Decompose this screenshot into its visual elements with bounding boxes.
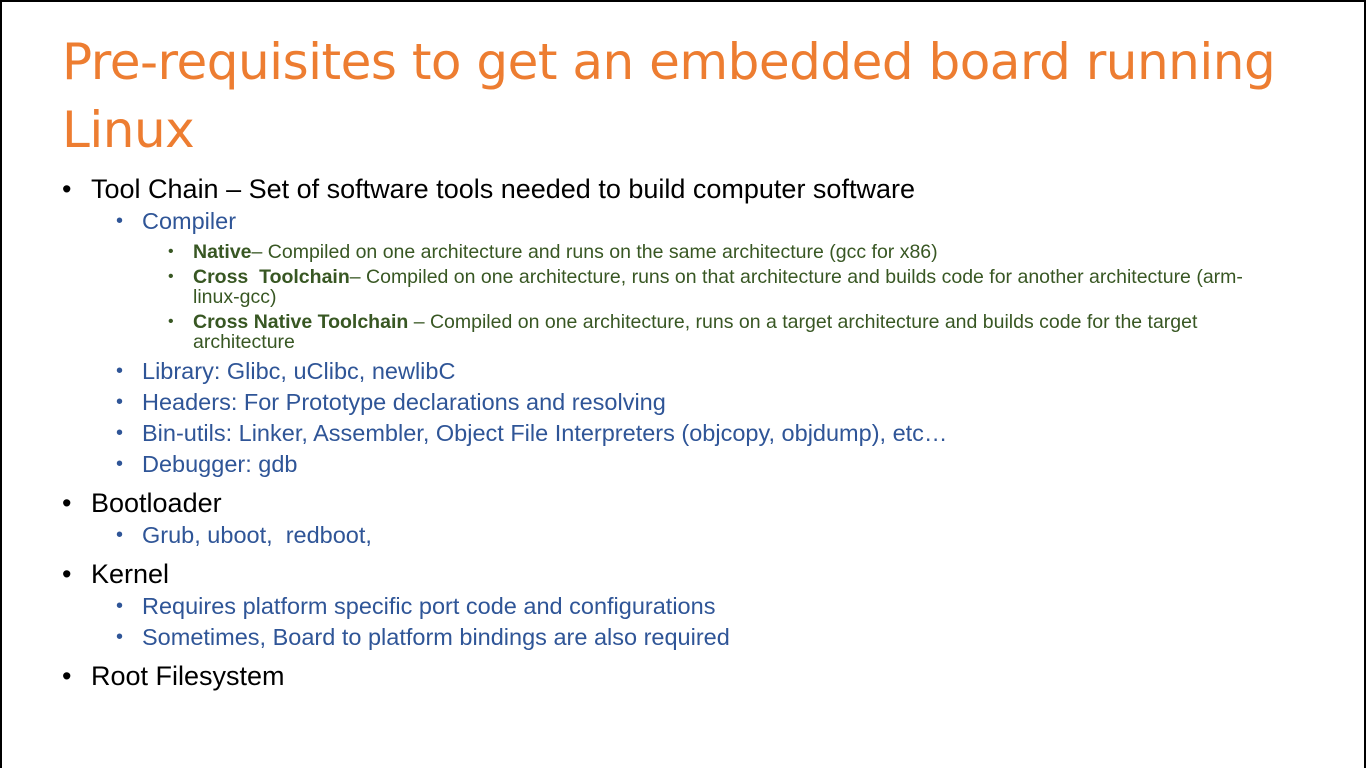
term-description: – Compiled on one architecture, runs on … (193, 266, 1243, 308)
bullet-dot: • (116, 626, 124, 648)
subbullet-text: Grub, uboot, redboot, (142, 522, 372, 548)
subsubbullet-native: • Native– Compiled on one architecture a… (62, 242, 1322, 262)
bullet-dot: • (116, 422, 124, 444)
slide-content: • Tool Chain – Set of software tools nee… (62, 172, 1322, 693)
subbullet-text: Requires platform specific port code and… (142, 593, 716, 619)
bullet-dot: • (168, 313, 174, 330)
bullet-dot: • (168, 268, 174, 285)
term-native: Native (193, 241, 252, 263)
subsubbullet-cross-toolchain: • Cross Toolchain– Compiled on one archi… (62, 267, 1322, 307)
bullet-text: Root Filesystem (91, 661, 285, 691)
subbullet-library: • Library: Glibc, uClibc, newlibC (62, 356, 1322, 387)
subbullet-kernel-port: • Requires platform specific port code a… (62, 591, 1322, 622)
subbullet-kernel-bindings: • Sometimes, Board to platform bindings … (62, 622, 1322, 653)
bullet-dot: • (116, 595, 124, 617)
bullet-text: Tool Chain – Set of software tools neede… (91, 174, 915, 204)
subbullet-text: Library: Glibc, uClibc, newlibC (142, 358, 456, 384)
bullet-text: Bootloader (91, 488, 222, 518)
term-cross-native-toolchain: Cross Native Toolchain (193, 311, 409, 333)
bullet-dot: • (116, 210, 124, 232)
slide-title: Pre-requisites to get an embedded board … (62, 33, 1276, 159)
slide: Pre-requisites to get an embedded board … (0, 0, 1366, 768)
bullet-dot: • (116, 360, 124, 382)
subbullet-headers: • Headers: For Prototype declarations an… (62, 387, 1322, 418)
bullet-text: Kernel (91, 559, 170, 589)
bullet-kernel: • Kernel (62, 557, 1322, 591)
subbullet-text: Headers: For Prototype declarations and … (142, 389, 666, 415)
bullet-root-filesystem: • Root Filesystem (62, 659, 1322, 693)
bullet-bootloader: • Bootloader (62, 486, 1322, 520)
subbullet-compiler: • Compiler (62, 206, 1322, 237)
subbullet-text: Bin-utils: Linker, Assembler, Object Fil… (142, 420, 948, 446)
subbullet-bin-utils: • Bin-utils: Linker, Assembler, Object F… (62, 418, 1322, 449)
subsubbullet-cross-native-toolchain: • Cross Native Toolchain – Compiled on o… (62, 312, 1322, 352)
bullet-dot: • (116, 524, 124, 546)
subbullet-text: Sometimes, Board to platform bindings ar… (142, 624, 730, 650)
bullet-tool-chain: • Tool Chain – Set of software tools nee… (62, 172, 1322, 206)
bullet-dot: • (62, 559, 72, 589)
subbullet-bootloader-list: • Grub, uboot, redboot, (62, 520, 1322, 551)
subbullet-debugger: • Debugger: gdb (62, 449, 1322, 480)
bullet-dot: • (168, 243, 174, 260)
subbullet-text: Debugger: gdb (142, 451, 298, 477)
term-description: – Compiled on one architecture and runs … (251, 241, 938, 263)
subbullet-text: Compiler (142, 208, 237, 234)
term-cross-toolchain: Cross Toolchain (193, 266, 350, 288)
bullet-dot: • (116, 453, 124, 475)
bullet-dot: • (62, 661, 72, 691)
bullet-dot: • (62, 174, 72, 204)
bullet-dot: • (62, 488, 72, 518)
bullet-dot: • (116, 391, 124, 413)
